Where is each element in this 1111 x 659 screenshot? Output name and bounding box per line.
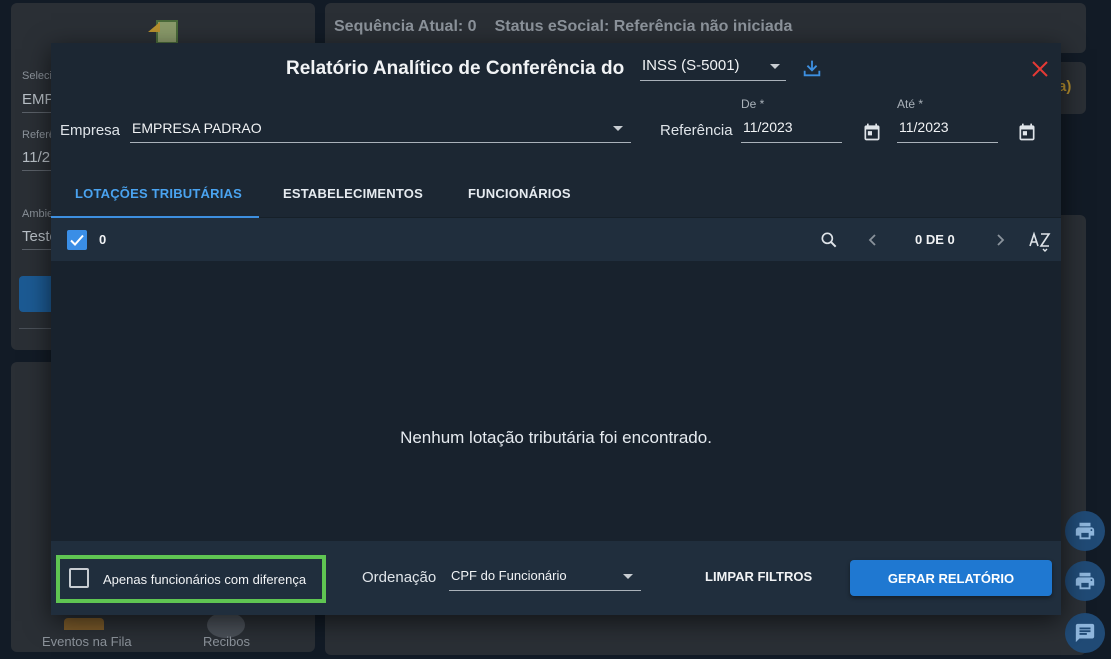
company-label: Empresa xyxy=(60,122,121,139)
to-date-field[interactable]: 11/2023 xyxy=(897,113,998,143)
list-toolbar: 0 0 DE 0 xyxy=(51,218,1061,261)
calendar-icon xyxy=(1019,123,1035,141)
sort-az-icon xyxy=(1029,231,1051,252)
only-differences-highlight: Apenas funcionários com diferença xyxy=(56,555,326,603)
clear-filters-button[interactable]: LIMPAR FILTROS xyxy=(705,569,812,584)
chevron-left-icon xyxy=(868,234,876,246)
tab-lotacoes-tributarias[interactable]: LOTAÇÕES TRIBUTÁRIAS xyxy=(75,186,242,201)
pagination-text: 0 DE 0 xyxy=(915,232,955,247)
empty-message: Nenhum lotação tributária foi encontrado… xyxy=(400,428,712,447)
report-type-value: INSS (S-5001) xyxy=(642,57,740,74)
only-differences-checkbox[interactable] xyxy=(69,568,89,588)
company-select[interactable]: EMPRESA PADRAO xyxy=(130,113,631,143)
background-company-label: Seleci xyxy=(22,70,52,82)
background-environment-label: Ambie xyxy=(22,208,54,220)
chevron-down-icon xyxy=(770,64,780,69)
background-reference-value: 11/2 xyxy=(22,149,51,166)
company-value: EMPRESA PADRAO xyxy=(132,120,262,136)
search-button[interactable] xyxy=(817,228,841,252)
chevron-right-icon xyxy=(997,234,1005,246)
to-calendar-button[interactable] xyxy=(1015,120,1039,144)
report-type-select[interactable]: INSS (S-5001) xyxy=(640,53,786,81)
check-icon xyxy=(70,234,84,246)
tab-estabelecimentos[interactable]: ESTABELECIMENTOS xyxy=(283,186,423,201)
chevron-down-icon xyxy=(623,574,633,579)
ordering-select[interactable]: CPF do Funcionário xyxy=(449,563,641,591)
background-company-value: EMP xyxy=(22,91,55,108)
print-icon xyxy=(1075,522,1095,540)
chevron-down-icon xyxy=(613,126,623,131)
calendar-icon xyxy=(864,123,880,141)
ordering-value: CPF do Funcionário xyxy=(451,568,567,583)
search-icon xyxy=(821,232,837,248)
tab-funcionarios[interactable]: FUNCIONÁRIOS xyxy=(468,186,571,201)
print-fab-button-2[interactable] xyxy=(1065,561,1105,601)
generate-report-button[interactable]: GERAR RELATÓRIO xyxy=(850,560,1052,596)
only-differences-label[interactable]: Apenas funcionários com diferença xyxy=(103,572,306,587)
from-calendar-button[interactable] xyxy=(860,120,884,144)
tab-bar: LOTAÇÕES TRIBUTÁRIAS ESTABELECIMENTOS FU… xyxy=(51,169,1061,218)
selected-count: 0 xyxy=(99,232,107,247)
background-status-text: Sequência Atual: 0 Status eSocial: Referê… xyxy=(334,18,810,36)
from-label: De * xyxy=(741,97,765,111)
from-date-value: 11/2023 xyxy=(743,119,793,135)
dialog-title: Relatório Analítico de Conferência do xyxy=(286,58,625,79)
print-fab-button[interactable] xyxy=(1065,511,1105,551)
queue-icon xyxy=(64,618,104,630)
from-date-field[interactable]: 11/2023 xyxy=(741,113,842,143)
reference-label: Referência xyxy=(660,122,733,139)
background-queue-label: Eventos na Fila xyxy=(42,634,132,649)
ordering-label: Ordenação xyxy=(362,569,437,586)
document-icon xyxy=(148,20,178,44)
print-icon xyxy=(1075,572,1095,590)
sort-button[interactable] xyxy=(1027,227,1053,253)
to-label: Até * xyxy=(897,97,924,111)
close-icon xyxy=(1032,61,1048,77)
download-icon xyxy=(803,60,821,77)
next-page-button[interactable] xyxy=(988,228,1012,252)
chat-fab-button[interactable] xyxy=(1065,613,1105,653)
to-date-value: 11/2023 xyxy=(899,119,949,135)
report-dialog: Relatório Analítico de Conferência do IN… xyxy=(51,43,1061,615)
esocial-status: Status eSocial: Referência não iniciada xyxy=(494,18,793,35)
select-all-checkbox[interactable] xyxy=(67,230,87,250)
download-button[interactable] xyxy=(800,56,824,80)
previous-page-button[interactable] xyxy=(861,228,885,252)
close-button[interactable] xyxy=(1028,57,1052,81)
dialog-footer: Apenas funcionários com diferença Ordena… xyxy=(51,541,1061,615)
list-content: Nenhum lotação tributária foi encontrado… xyxy=(51,261,1061,541)
sequence-status: Sequência Atual: 0 xyxy=(334,18,477,35)
chat-icon xyxy=(1075,623,1095,643)
background-receipts-label: Recibos xyxy=(203,634,250,649)
